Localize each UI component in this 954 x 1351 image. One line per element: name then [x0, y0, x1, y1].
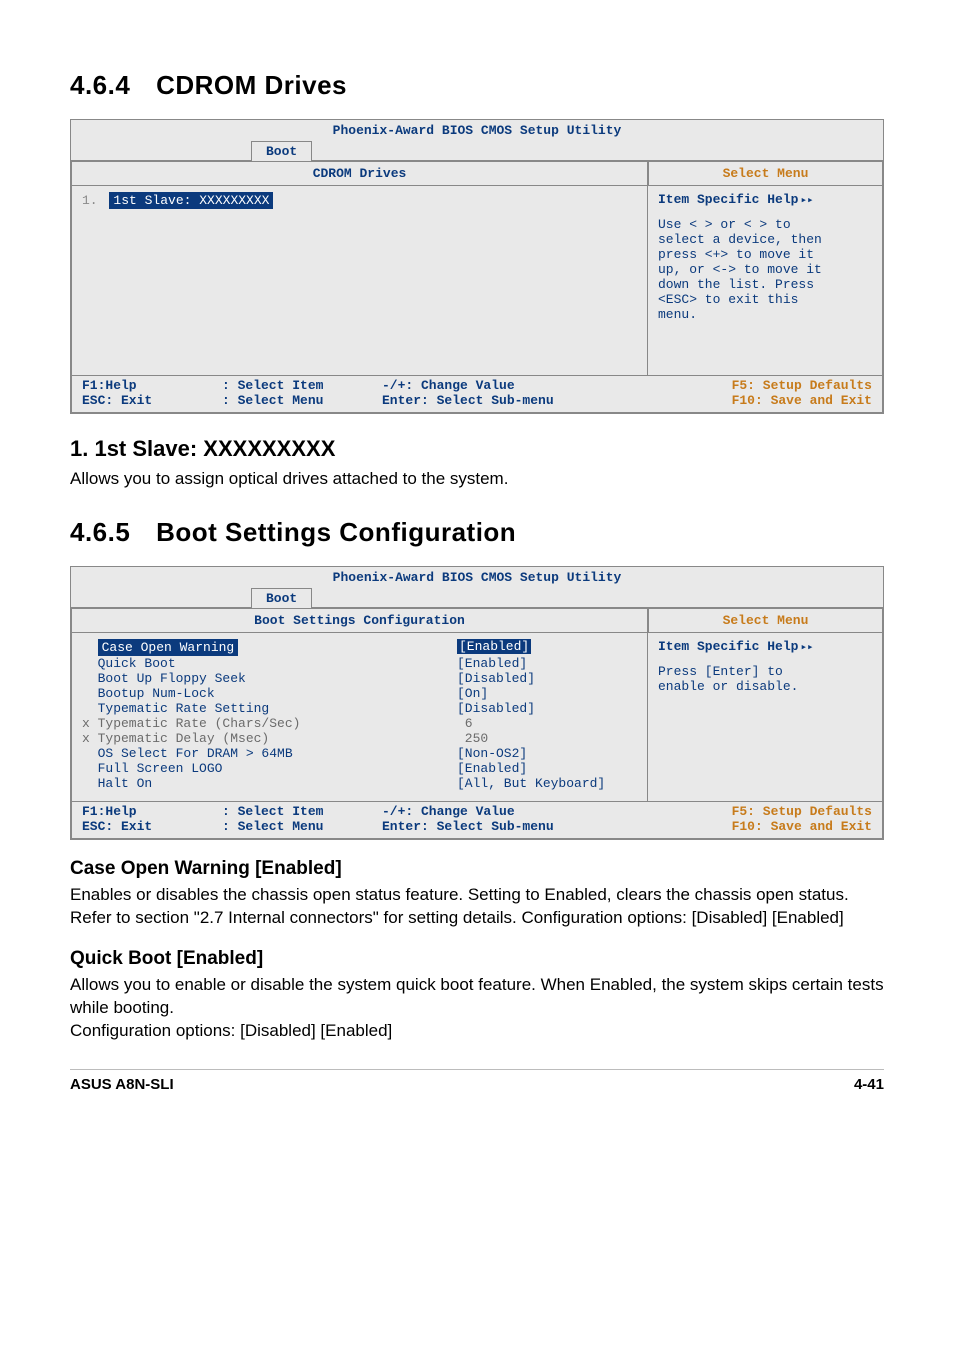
bios1-title: Phoenix-Award BIOS CMOS Setup Utility	[71, 120, 883, 138]
page-footer: ASUS A8N-SLI 4-41	[70, 1076, 884, 1093]
bios2-setting-label[interactable]: x Typematic Delay (Msec)	[82, 731, 457, 746]
bios2-setting-value[interactable]: 250	[457, 731, 637, 746]
bios2-setting-label[interactable]: OS Select For DRAM > 64MB	[82, 746, 457, 761]
bios2-left-header: Boot Settings Configuration	[71, 608, 648, 633]
heading-464-num: 4.6.4	[70, 70, 130, 101]
arrows-icon	[798, 192, 813, 207]
bios2-setting-label[interactable]: Quick Boot	[82, 656, 457, 671]
page: 4.6.4 CDROM Drives Phoenix-Award BIOS CM…	[0, 0, 954, 1123]
bios1-list: 1. 1st Slave: XXXXXXXXX	[71, 186, 648, 376]
bios2-setting-value[interactable]: [All, But Keyboard]	[457, 776, 637, 791]
bios1-row-1st-slave[interactable]: 1st Slave: XXXXXXXXX	[109, 192, 273, 209]
bios2-f-c4: F5: Setup Defaults F10: Save and Exit	[602, 804, 872, 834]
bios-boot-settings: Phoenix-Award BIOS CMOS Setup Utility Bo…	[70, 566, 884, 840]
heading-465: 4.6.5 Boot Settings Configuration	[70, 517, 884, 548]
bios2-f-c1: F1:Help ESC: Exit	[82, 804, 222, 834]
bios1-help-head: Item Specific Help	[658, 192, 872, 207]
heading-case-open: Case Open Warning [Enabled]	[70, 858, 884, 880]
bios2-setting-value[interactable]: [On]	[457, 686, 637, 701]
bios2-setting-value[interactable]: [Disabled]	[457, 701, 637, 716]
bios1-f-c3: -/+: Change Value Enter: Select Sub-menu	[382, 378, 602, 408]
bios1-tab-boot[interactable]: Boot	[251, 141, 312, 161]
footer-left: ASUS A8N-SLI	[70, 1076, 174, 1093]
bios2-setting-value[interactable]: [Enabled]	[457, 656, 637, 671]
bios2-setting-label[interactable]: x Typematic Rate (Chars/Sec)	[82, 716, 457, 731]
bios2-setting-value[interactable]: [Non-OS2]	[457, 746, 637, 761]
bios2-setting-label[interactable]: Halt On	[82, 776, 457, 791]
bios1-row-prefix: 1.	[82, 193, 98, 208]
bios2-setting-value[interactable]: [Disabled]	[457, 671, 637, 686]
bios2-setting-label[interactable]: Full Screen LOGO	[82, 761, 457, 776]
bios2-setting-value[interactable]: 6	[457, 716, 637, 731]
bios2-title: Phoenix-Award BIOS CMOS Setup Utility	[71, 567, 883, 585]
bios2-setting-label[interactable]: Boot Up Floppy Seek	[82, 671, 457, 686]
bios1-tabrow: Boot	[71, 138, 883, 160]
footer-right: 4-41	[854, 1076, 884, 1093]
body-case-open: Enables or disables the chassis open sta…	[70, 884, 884, 930]
bios2-setting-value[interactable]: [Enabled]	[457, 639, 637, 656]
bios2-f-c2: : Select Item : Select Menu	[222, 804, 382, 834]
bios2-footer: F1:Help ESC: Exit : Select Item : Select…	[71, 802, 883, 839]
bios-cdrom-drives: Phoenix-Award BIOS CMOS Setup Utility Bo…	[70, 119, 884, 414]
bios2-help: Item Specific Help Press [Enter] to enab…	[648, 633, 883, 802]
bios2-setting-value[interactable]: [Enabled]	[457, 761, 637, 776]
bios1-left-header: CDROM Drives	[71, 161, 648, 186]
bios2-tab-boot[interactable]: Boot	[251, 588, 312, 608]
bios1-right-header: Select Menu	[648, 161, 883, 186]
bios2-setting-label[interactable]: Case Open Warning	[82, 639, 457, 656]
bios1-help-body: Use < > or < > to select a device, then …	[658, 217, 872, 322]
bios2-setting-label[interactable]: Bootup Num-Lock	[82, 686, 457, 701]
heading-1st-slave: 1. 1st Slave: XXXXXXXXX	[70, 436, 884, 462]
bios2-tabrow: Boot	[71, 585, 883, 607]
heading-464: 4.6.4 CDROM Drives	[70, 70, 884, 101]
body-quick-boot: Allows you to enable or disable the syst…	[70, 974, 884, 1043]
heading-quick-boot: Quick Boot [Enabled]	[70, 948, 884, 970]
heading-465-num: 4.6.5	[70, 517, 130, 548]
bios2-list: Case Open Warning[Enabled] Quick Boot[En…	[71, 633, 648, 802]
heading-464-title: CDROM Drives	[156, 70, 347, 100]
body-1st-slave: Allows you to assign optical drives atta…	[70, 468, 884, 491]
bios1-f-c4: F5: Setup Defaults F10: Save and Exit	[602, 378, 872, 408]
bios2-right-header: Select Menu	[648, 608, 883, 633]
bios1-f-c2: : Select Item : Select Menu	[222, 378, 382, 408]
bios2-help-body: Press [Enter] to enable or disable.	[658, 664, 872, 694]
heading-465-title: Boot Settings Configuration	[156, 517, 516, 547]
bios2-help-head: Item Specific Help	[658, 639, 872, 654]
bios2-f-c3: -/+: Change Value Enter: Select Sub-menu	[382, 804, 602, 834]
bios1-f-c1: F1:Help ESC: Exit	[82, 378, 222, 408]
bios1-footer: F1:Help ESC: Exit : Select Item : Select…	[71, 376, 883, 413]
arrows-icon	[798, 639, 813, 654]
bios2-setting-label[interactable]: Typematic Rate Setting	[82, 701, 457, 716]
divider	[70, 1069, 884, 1070]
bios1-help: Item Specific Help Use < > or < > to sel…	[648, 186, 883, 376]
